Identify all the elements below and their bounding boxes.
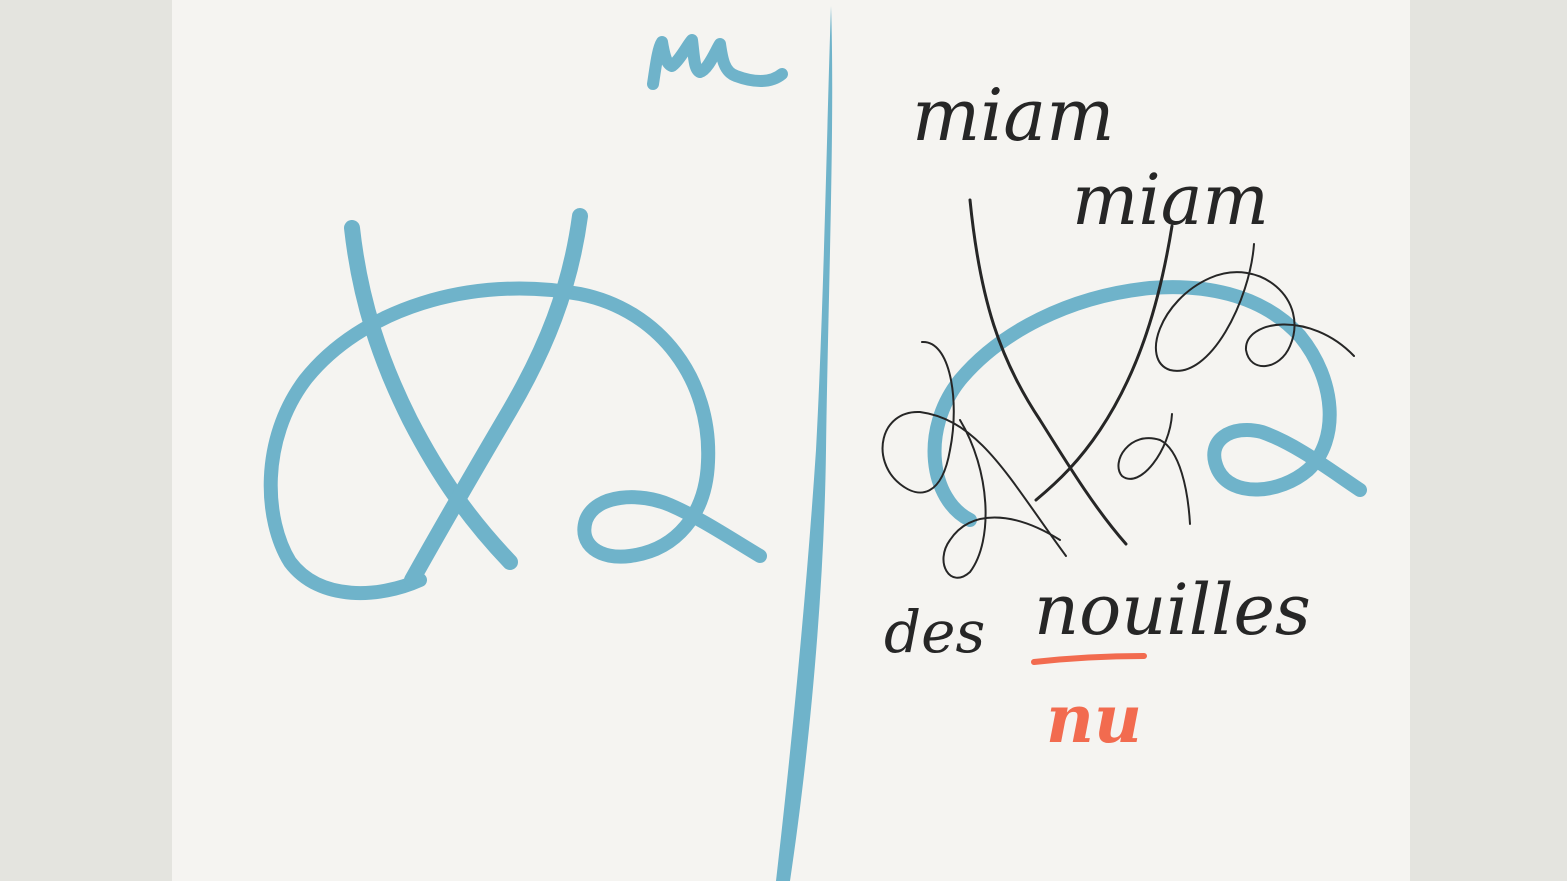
left-loop-stroke	[263, 281, 767, 601]
word-des: des	[884, 598, 985, 666]
black-v-stroke-2	[1034, 224, 1174, 502]
word-nu-orange: nu	[1046, 680, 1142, 758]
divider-stroke	[776, 6, 833, 881]
word-miam-2: miam	[1072, 159, 1269, 241]
word-nouilles: nouilles	[1034, 569, 1311, 651]
left-nu-stroke	[647, 34, 788, 90]
left-v-stroke-2	[404, 208, 588, 588]
black-v-stroke	[968, 198, 1128, 546]
black-loop-4	[1117, 413, 1191, 525]
orange-underline	[1031, 653, 1147, 665]
drawing-stage: nu miam miam des nouilles nu	[0, 0, 1567, 881]
sketch-svg: nu miam miam des nouilles nu	[263, 6, 1367, 881]
left-v-stroke	[344, 220, 518, 570]
right-loop-stroke	[927, 280, 1367, 527]
black-loop-2	[942, 419, 1061, 579]
word-miam-1: miam	[912, 73, 1115, 157]
